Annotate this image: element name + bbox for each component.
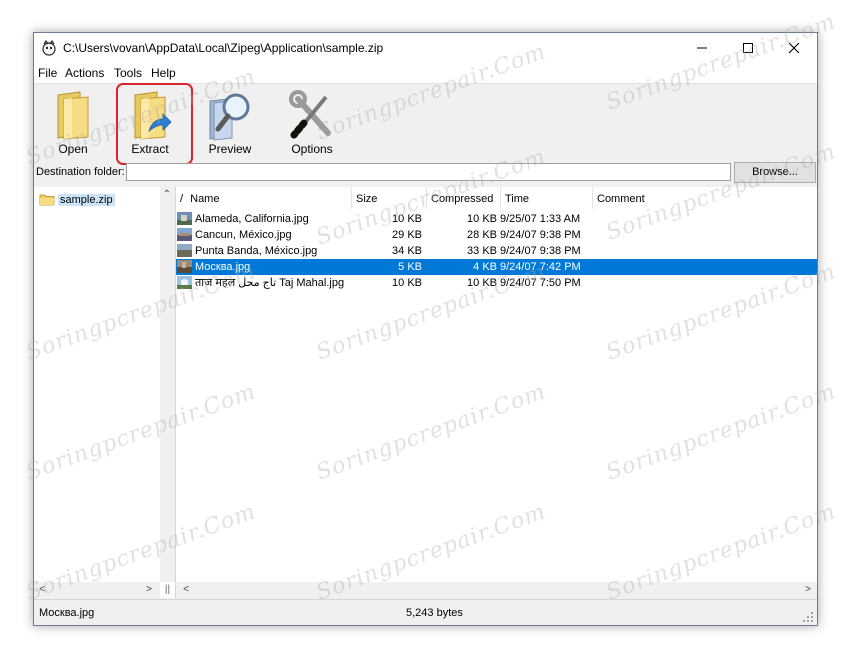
file-name: Punta Banda, México.jpg: [195, 245, 318, 257]
file-size: 10 KB: [392, 213, 422, 225]
tree-horizontal-scrollbar[interactable]: < >: [34, 582, 160, 598]
extract-highlight-frame: [116, 83, 193, 165]
file-compressed: 10 KB: [467, 213, 497, 225]
options-button[interactable]: Options: [282, 86, 342, 158]
pane-splitter-handle[interactable]: ||: [160, 582, 175, 598]
image-thumbnail-icon: [177, 228, 192, 241]
options-label: Options: [291, 142, 333, 156]
open-label: Open: [58, 142, 88, 156]
file-time: 9/24/07 9:38 PM: [500, 245, 581, 257]
file-time: 9/24/07 7:42 PM: [500, 261, 581, 273]
scroll-right-arrow-icon[interactable]: >: [801, 583, 815, 597]
file-row[interactable]: ताज महल تاج محل Taj Mahal.jpg 10 KB 10 K…: [176, 275, 817, 291]
status-bar: Москва.jpg 5,243 bytes: [34, 599, 817, 625]
file-compressed: 28 KB: [467, 229, 497, 241]
file-time: 9/24/07 9:38 PM: [500, 229, 581, 241]
menu-actions[interactable]: Actions: [65, 66, 104, 80]
status-selected-size: 5,243 bytes: [406, 607, 463, 619]
file-row-selected[interactable]: Москва.jpg 5 KB 4 KB 9/24/07 7:42 PM: [176, 259, 817, 275]
file-compressed: 4 KB: [473, 261, 497, 273]
window-title: C:\Users\vovan\AppData\Local\Zipeg\Appli…: [63, 41, 384, 55]
tree-item-label: sample.zip: [58, 193, 115, 206]
folder-icon: [39, 194, 55, 206]
file-list-pane: / Name Size Compressed Time Comment Alam…: [176, 187, 817, 598]
title-bar[interactable]: C:\Users\vovan\AppData\Local\Zipeg\Appli…: [34, 33, 817, 63]
close-button[interactable]: [771, 33, 817, 63]
column-header-name[interactable]: / Name: [176, 187, 352, 209]
scroll-left-arrow-icon[interactable]: <: [35, 583, 49, 597]
close-icon: [788, 42, 800, 54]
file-name: Alameda, California.jpg: [195, 213, 309, 225]
scroll-right-arrow-icon[interactable]: >: [142, 583, 156, 597]
magnifier-icon: [209, 93, 250, 141]
scroll-up-arrow-icon[interactable]: ⌃: [160, 188, 174, 202]
minimize-icon: [697, 47, 707, 49]
file-time: 9/24/07 7:50 PM: [500, 277, 581, 289]
preview-label: Preview: [208, 142, 252, 156]
preview-button[interactable]: Preview: [200, 86, 260, 158]
folder-open-icon: [57, 91, 89, 140]
status-selected-name: Москва.jpg: [39, 607, 95, 619]
image-thumbnail-icon: [177, 260, 192, 273]
file-size: 10 KB: [392, 277, 422, 289]
tools-icon: [289, 90, 331, 139]
tree-vertical-scrollbar[interactable]: ⌃: [160, 187, 175, 582]
file-name: Москва.jpg: [195, 261, 251, 273]
zipeg-app-icon: [41, 39, 57, 56]
file-name: ताज महल تاج محل Taj Mahal.jpg: [195, 277, 345, 289]
column-name-label: Name: [190, 193, 220, 205]
file-row[interactable]: Alameda, California.jpg 10 KB 10 KB 9/25…: [176, 211, 817, 227]
image-thumbnail-icon: [177, 276, 192, 289]
column-header-compressed[interactable]: Compressed: [427, 187, 501, 209]
destination-bar: Destination folder: Browse...: [34, 161, 817, 185]
image-thumbnail-icon: [177, 244, 192, 257]
file-time: 9/25/07 1:33 AM: [500, 213, 581, 225]
destination-input[interactable]: [126, 163, 731, 181]
file-list-horizontal-scrollbar[interactable]: < >: [176, 582, 817, 598]
file-compressed: 10 KB: [467, 277, 497, 289]
open-button[interactable]: Open: [44, 86, 102, 158]
destination-label: Destination folder:: [36, 166, 125, 178]
menu-file[interactable]: File: [38, 66, 57, 80]
file-size: 29 KB: [392, 229, 422, 241]
menu-tools[interactable]: Tools: [114, 66, 142, 80]
file-compressed: 33 KB: [467, 245, 497, 257]
file-size: 34 KB: [392, 245, 422, 257]
file-name: Cancun, México.jpg: [195, 229, 292, 241]
tree-item-archive[interactable]: sample.zip: [39, 192, 115, 207]
column-header-comment[interactable]: Comment: [593, 187, 817, 209]
minimize-button[interactable]: [679, 33, 725, 63]
maximize-button[interactable]: [725, 33, 771, 63]
file-row[interactable]: Cancun, México.jpg 29 KB 28 KB 9/24/07 9…: [176, 227, 817, 243]
image-thumbnail-icon: [177, 212, 192, 225]
app-window: C:\Users\vovan\AppData\Local\Zipeg\Appli…: [33, 32, 818, 626]
menu-help[interactable]: Help: [151, 66, 176, 80]
sort-indicator: /: [180, 193, 184, 205]
maximize-icon: [743, 43, 753, 53]
column-header-size[interactable]: Size: [352, 187, 427, 209]
folder-tree-pane: sample.zip ⌃ < > ||: [34, 187, 176, 598]
resize-grip-icon[interactable]: [802, 611, 814, 623]
browse-button[interactable]: Browse...: [734, 162, 816, 183]
file-size: 5 KB: [398, 261, 422, 273]
scroll-left-arrow-icon[interactable]: <: [179, 583, 193, 597]
file-row[interactable]: Punta Banda, México.jpg 34 KB 33 KB 9/24…: [176, 243, 817, 259]
menu-bar: File Actions Tools Help: [34, 63, 817, 83]
column-header-time[interactable]: Time: [501, 187, 593, 209]
